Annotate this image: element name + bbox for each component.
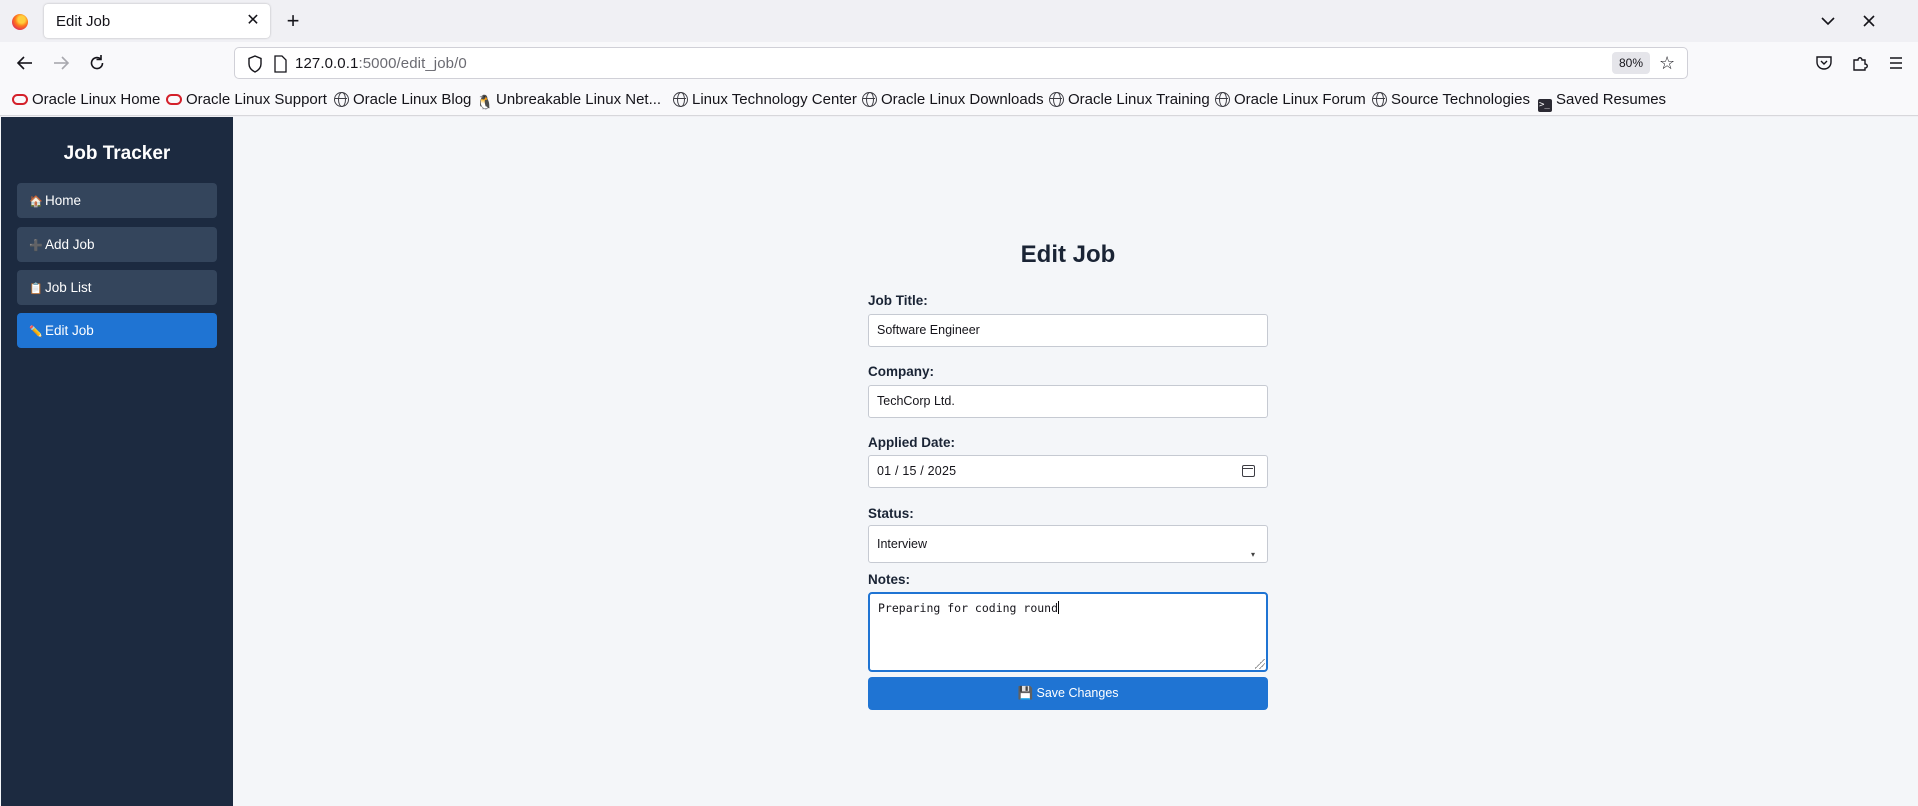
applied-date-value: 01 / 15 / 2025	[877, 464, 957, 478]
plus-icon: ➕	[29, 240, 43, 252]
bookmark-oracle-linux-forum[interactable]: Oracle Linux Forum	[1215, 90, 1366, 110]
sidebar-item-label: Home	[45, 193, 82, 208]
globe-icon	[673, 92, 688, 107]
reload-icon[interactable]	[84, 50, 110, 76]
address-bar[interactable]: 127.0.0.1:5000/edit_job/0 80% ☆	[234, 47, 1688, 79]
globe-icon	[1215, 92, 1230, 107]
calendar-icon[interactable]	[1242, 465, 1255, 477]
notes-label: Notes:	[868, 572, 911, 587]
close-tab-icon[interactable]: ✕	[242, 10, 264, 32]
tux-icon: 🐧	[476, 94, 494, 110]
text-cursor	[1058, 601, 1060, 614]
globe-icon	[334, 92, 349, 107]
forward-arrow-icon[interactable]	[48, 50, 74, 76]
page-info-icon[interactable]	[273, 55, 287, 78]
save-button-label: Save Changes	[1036, 686, 1119, 700]
globe-icon	[1372, 92, 1387, 107]
extensions-puzzle-icon[interactable]	[1847, 50, 1873, 76]
save-changes-button[interactable]: 💾 Save Changes	[868, 677, 1268, 710]
terminal-icon: >_	[1538, 99, 1552, 112]
clipboard-icon: 📋	[29, 283, 43, 295]
bookmark-source-technologies[interactable]: Source Technologies	[1372, 90, 1530, 110]
tab-bar: Edit Job ✕ +	[0, 0, 1918, 42]
status-label: Status:	[868, 506, 914, 521]
oracle-icon	[166, 94, 182, 105]
pencil-icon: ✏️	[29, 326, 43, 338]
home-icon: 🏠	[29, 196, 43, 208]
firefox-logo-icon	[12, 14, 28, 30]
tab-edit-job[interactable]: Edit Job ✕	[44, 4, 270, 38]
bookmark-oracle-linux-downloads[interactable]: Oracle Linux Downloads	[862, 90, 1044, 110]
applied-date-input[interactable]: 01 / 15 / 2025	[868, 455, 1268, 488]
bookmarks-toolbar: Oracle Linux Home Oracle Linux Support O…	[0, 84, 1918, 116]
notes-text: Preparing for coding round	[878, 601, 1059, 615]
resize-handle-icon[interactable]	[1255, 659, 1265, 669]
pocket-icon[interactable]	[1811, 50, 1837, 76]
chevron-down-icon: ▾	[1250, 550, 1255, 559]
page-viewport: Job Tracker 🏠 Home ➕ Add Job 📋 Job List ✏️ E…	[0, 117, 1918, 806]
url-path: :5000/edit_job/0	[358, 55, 467, 72]
sidebar-item-edit-job[interactable]: ✏️ Edit Job	[17, 313, 217, 348]
notes-textarea[interactable]: Preparing for coding round	[868, 592, 1268, 672]
applied-date-label: Applied Date:	[868, 435, 956, 450]
job-title-input[interactable]: Software Engineer	[868, 314, 1268, 347]
job-title-label: Job Title:	[868, 293, 928, 308]
sidebar-item-label: Add Job	[45, 237, 95, 252]
list-all-tabs-chevron-icon[interactable]	[1815, 8, 1841, 34]
sidebar-item-label: Job List	[45, 280, 92, 295]
app-menu-hamburger-icon[interactable]	[1883, 50, 1909, 76]
sidebar-item-label: Edit Job	[45, 323, 94, 338]
back-arrow-icon[interactable]	[12, 50, 38, 76]
company-label: Company:	[868, 364, 935, 379]
bookmark-oracle-linux-support[interactable]: Oracle Linux Support	[166, 90, 327, 110]
url-text[interactable]: 127.0.0.1:5000/edit_job/0	[295, 55, 467, 72]
oracle-icon	[12, 94, 28, 105]
tracking-shield-icon[interactable]	[247, 55, 263, 78]
bookmark-linux-technology-center[interactable]: Linux Technology Center	[673, 90, 857, 110]
company-input[interactable]: TechCorp Ltd.	[868, 385, 1268, 418]
zoom-level-badge[interactable]: 80%	[1612, 52, 1650, 74]
navigation-toolbar: 127.0.0.1:5000/edit_job/0 80% ☆	[0, 42, 1918, 84]
sidebar-item-add-job[interactable]: ➕ Add Job	[17, 227, 217, 262]
sidebar-item-home[interactable]: 🏠 Home	[17, 183, 217, 218]
floppy-disk-icon: 💾	[1017, 686, 1034, 700]
app-title: Job Tracker	[63, 143, 171, 164]
bookmark-oracle-linux-training[interactable]: Oracle Linux Training	[1049, 90, 1210, 110]
sidebar: Job Tracker 🏠 Home ➕ Add Job 📋 Job List ✏️ E…	[1, 117, 233, 806]
bookmark-oracle-linux-blog[interactable]: Oracle Linux Blog	[334, 90, 471, 110]
bookmark-oracle-linux-home[interactable]: Oracle Linux Home	[12, 90, 160, 110]
bookmark-unbreakable-linux-network[interactable]: 🐧 Unbreakable Linux Net...	[476, 90, 661, 110]
status-selected-value: Interview	[877, 537, 928, 551]
status-select[interactable]: Interview ▾	[868, 525, 1268, 563]
bookmark-saved-resumes[interactable]: >_ Saved Resumes	[1538, 90, 1666, 112]
new-tab-button[interactable]: +	[280, 8, 306, 34]
globe-icon	[1049, 92, 1064, 107]
globe-icon	[862, 92, 877, 107]
tab-title: Edit Job	[56, 13, 111, 30]
page-title: Edit Job	[1020, 241, 1116, 268]
window-close-icon[interactable]	[1856, 8, 1882, 34]
bookmark-star-icon[interactable]: ☆	[1659, 53, 1675, 73]
url-host: 127.0.0.1	[295, 55, 359, 72]
sidebar-item-job-list[interactable]: 📋 Job List	[17, 270, 217, 305]
